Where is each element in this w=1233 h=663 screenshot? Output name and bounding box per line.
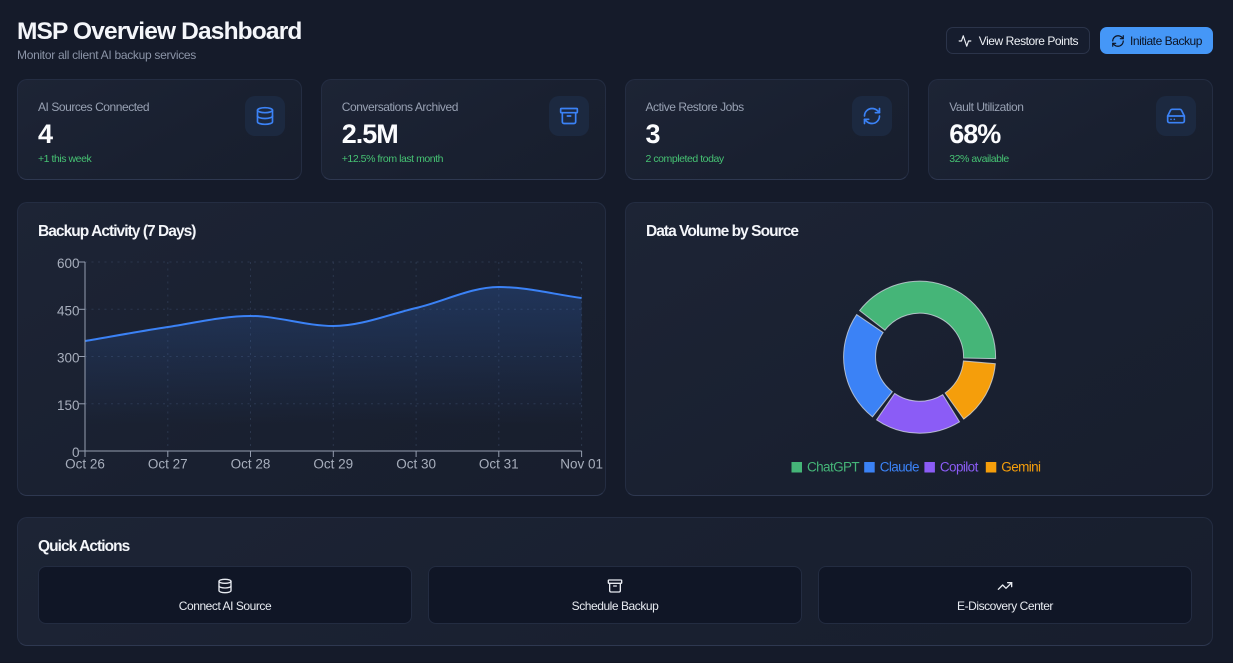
svg-text:Oct 31: Oct 31	[479, 457, 519, 472]
svg-text:Oct 27: Oct 27	[148, 457, 188, 472]
svg-text:Oct 29: Oct 29	[313, 457, 353, 472]
svg-text:450: 450	[57, 304, 80, 319]
svg-text:Gemini: Gemini	[1001, 460, 1041, 475]
svg-text:Nov 01: Nov 01	[560, 457, 603, 472]
svg-text:Oct 30: Oct 30	[396, 457, 436, 472]
svg-text:Oct 26: Oct 26	[65, 457, 105, 472]
svg-text:ChatGPT: ChatGPT	[807, 460, 859, 475]
svg-text:300: 300	[57, 351, 80, 366]
svg-text:150: 150	[57, 398, 80, 413]
svg-text:Copilot: Copilot	[940, 460, 979, 475]
svg-text:600: 600	[57, 256, 80, 271]
svg-text:Oct 28: Oct 28	[231, 457, 271, 472]
svg-text:Claude: Claude	[880, 460, 919, 475]
